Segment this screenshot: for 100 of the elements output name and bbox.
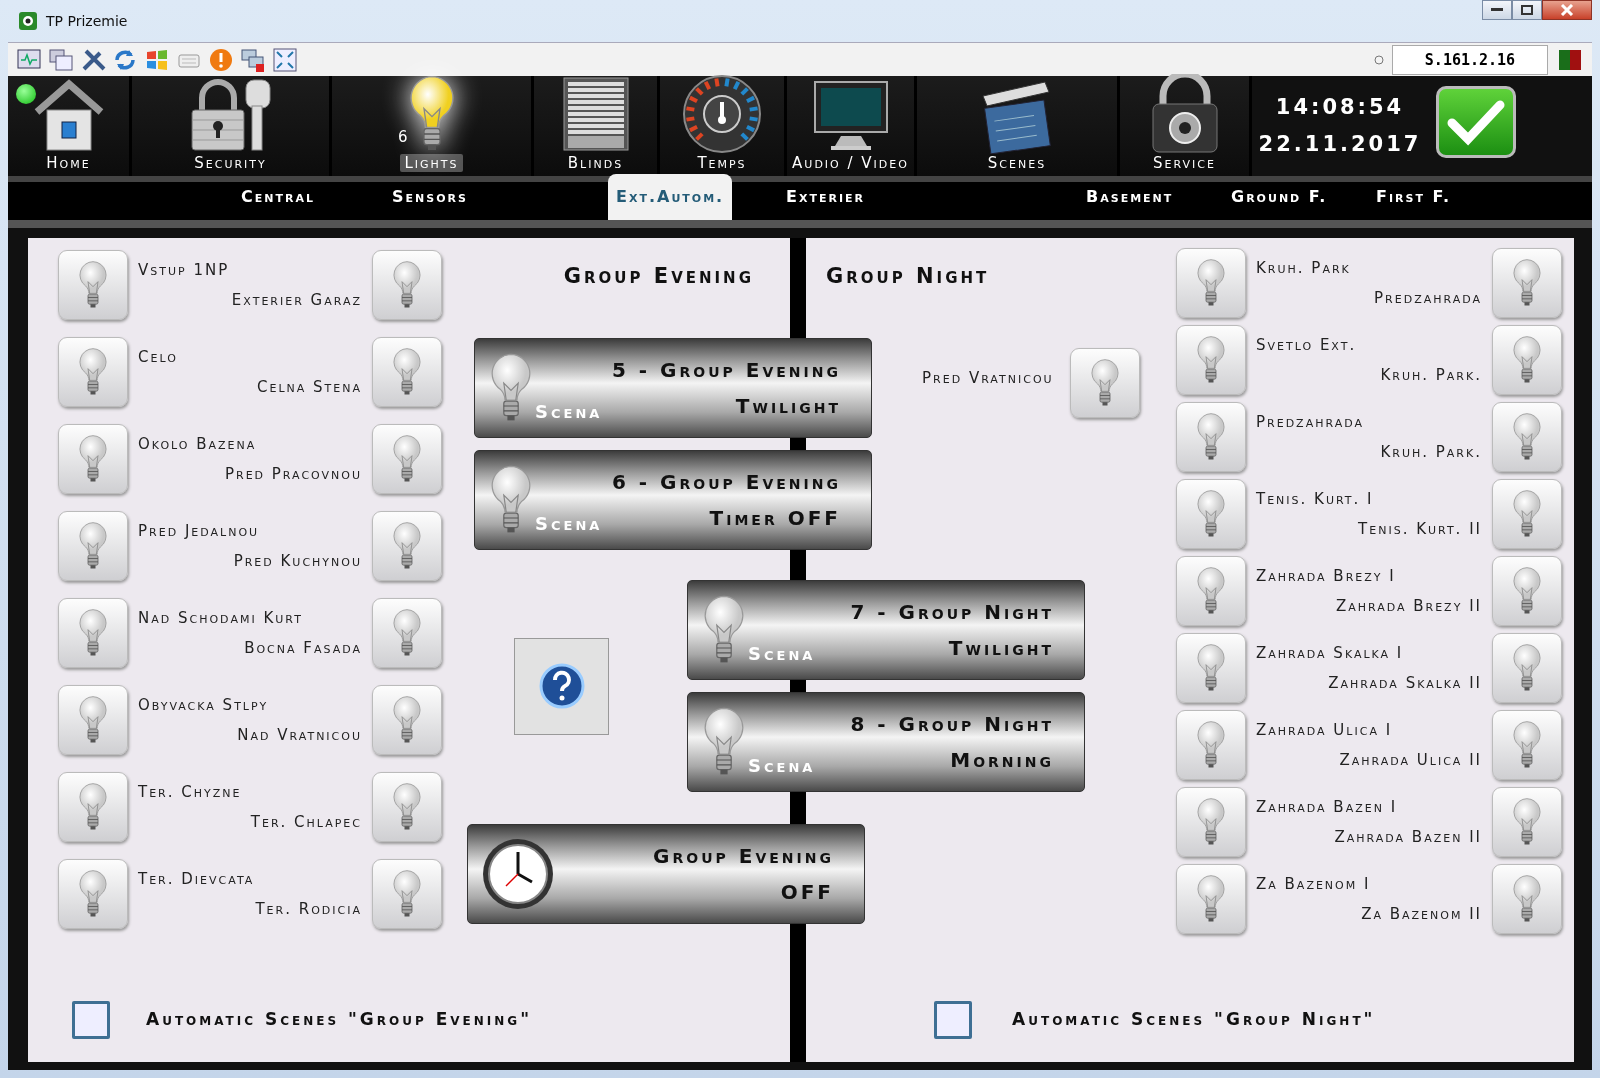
light-label: Zahrada Brezy I: [1256, 565, 1396, 587]
light-label: Celna Stena: [256, 377, 362, 398]
nav-tab[interactable]: Blinds: [534, 76, 660, 176]
light-button[interactable]: [58, 511, 128, 581]
fullscreen-icon[interactable]: [272, 46, 298, 73]
light-button[interactable]: [1492, 633, 1562, 703]
scene-title: 5 - Group Evening: [611, 357, 841, 384]
address-field[interactable]: S.161.2.16: [1392, 44, 1548, 75]
light-button[interactable]: [372, 337, 442, 407]
group-title: Group Evening: [563, 264, 754, 289]
bulb-icon: [1510, 412, 1544, 462]
light-label: Zahrada Bazen II: [1334, 827, 1482, 848]
light-button[interactable]: [58, 598, 128, 668]
light-button[interactable]: [372, 685, 442, 755]
nav-tab[interactable]: Temps: [660, 76, 787, 176]
light-label: Zahrada Skalka I: [1256, 642, 1404, 664]
scene-button[interactable]: 5 - Group Evening Scena Twilight: [474, 338, 872, 438]
light-button[interactable]: [1176, 787, 1246, 857]
scene-title: 8 - Group Night: [850, 711, 1054, 738]
nav-tab[interactable]: Lights 6: [332, 76, 534, 176]
light-button[interactable]: [1176, 633, 1246, 703]
scene-button[interactable]: 8 - Group Night Scena Morning: [687, 692, 1085, 792]
checkbox[interactable]: [72, 1001, 110, 1039]
light-button[interactable]: [58, 424, 128, 494]
maximize-button[interactable]: [1512, 0, 1542, 20]
light-button[interactable]: [1492, 710, 1562, 780]
nav-tab[interactable]: Home: [8, 76, 132, 176]
light-button[interactable]: [58, 859, 128, 929]
light-button[interactable]: [58, 250, 128, 320]
light-label: Obyvacka Stlpy: [138, 694, 269, 716]
scene-off-button[interactable]: Group Evening OFF: [467, 824, 865, 924]
light-button[interactable]: [1492, 402, 1562, 472]
sub-tab[interactable]: Basement: [1078, 174, 1182, 220]
confirm-button[interactable]: [1436, 86, 1516, 158]
sub-tab[interactable]: Ground F.: [1223, 174, 1336, 220]
nav-tab[interactable]: Security: [132, 76, 332, 176]
bulb-icon: [390, 695, 424, 745]
sub-tab[interactable]: Ext.Autom.: [608, 174, 733, 220]
light-button[interactable]: [1492, 787, 1562, 857]
light-button[interactable]: [1176, 248, 1246, 318]
scene-button[interactable]: 7 - Group Night Scena Twilight: [687, 580, 1085, 680]
nav-tab[interactable]: Scenes: [917, 76, 1120, 176]
bulb-icon: [1194, 412, 1228, 462]
light-button[interactable]: [372, 859, 442, 929]
light-button[interactable]: [372, 772, 442, 842]
network-icon[interactable]: [240, 46, 266, 73]
light-button[interactable]: [1176, 479, 1246, 549]
sub-tab[interactable]: Central: [233, 174, 323, 220]
light-label: Za Bazenom I: [1256, 873, 1371, 895]
minimize-button[interactable]: [1482, 0, 1512, 20]
bulb-icon: [390, 521, 424, 571]
sub-tab[interactable]: Sensors: [384, 174, 476, 220]
light-button[interactable]: [1176, 325, 1246, 395]
scene-tag: Scena: [535, 510, 603, 537]
bulb-icon: [1510, 566, 1544, 616]
bulb-icon: [76, 434, 110, 484]
nav-tab[interactable]: Service: [1120, 76, 1252, 176]
light-button[interactable]: [1492, 248, 1562, 318]
group-title: Group Night: [826, 264, 990, 289]
light-button[interactable]: [58, 772, 128, 842]
bulb-icon: [76, 347, 110, 397]
bulb-icon: [76, 695, 110, 745]
light-label: Ter. Rodicia: [255, 899, 362, 920]
checkbox[interactable]: [934, 1001, 973, 1039]
light-button[interactable]: [372, 511, 442, 581]
light-button[interactable]: [1069, 348, 1140, 418]
light-button[interactable]: [1492, 556, 1562, 626]
close-button[interactable]: [1542, 0, 1592, 20]
light-button[interactable]: [1176, 710, 1246, 780]
bulb-icon: [1510, 335, 1544, 385]
light-button[interactable]: [372, 598, 442, 668]
light-button[interactable]: [1492, 325, 1562, 395]
nav-tab[interactable]: Audio / Video: [787, 76, 917, 176]
light-button[interactable]: [372, 250, 442, 320]
light-button[interactable]: [372, 424, 442, 494]
scene-subtitle: Twilight: [948, 635, 1054, 662]
light-label: Zahrada Skalka II: [1328, 673, 1482, 694]
bulb-icon: [1194, 874, 1228, 924]
scene-button[interactable]: 6 - Group Evening Scena Timer OFF: [474, 450, 872, 550]
alert-icon[interactable]: [208, 46, 234, 73]
help-button[interactable]: [514, 637, 609, 735]
sub-tab[interactable]: First F.: [1368, 174, 1460, 220]
light-button[interactable]: [1176, 864, 1246, 934]
maximize-icon: [1521, 5, 1533, 15]
light-label: Tenis. Kurt. II: [1358, 519, 1482, 540]
windows-icon[interactable]: [48, 46, 74, 73]
scene-tag: Scena: [748, 752, 816, 779]
light-button[interactable]: [1176, 556, 1246, 626]
light-label: Svetlo Ext.: [1256, 334, 1357, 356]
light-label: Zahrada Bazen I: [1256, 796, 1398, 818]
light-button[interactable]: [1176, 402, 1246, 472]
light-button[interactable]: [58, 337, 128, 407]
bulb-icon: [390, 782, 424, 832]
checkbox-label: Automatic Scenes "Group Evening": [146, 1008, 533, 1032]
checkbox-label: Automatic Scenes "Group Night": [1012, 1008, 1376, 1032]
scene-subtitle: Twilight: [735, 393, 841, 420]
light-button[interactable]: [1492, 479, 1562, 549]
light-button[interactable]: [58, 685, 128, 755]
light-button[interactable]: [1492, 864, 1562, 934]
sub-tab[interactable]: Exterier: [778, 174, 873, 220]
